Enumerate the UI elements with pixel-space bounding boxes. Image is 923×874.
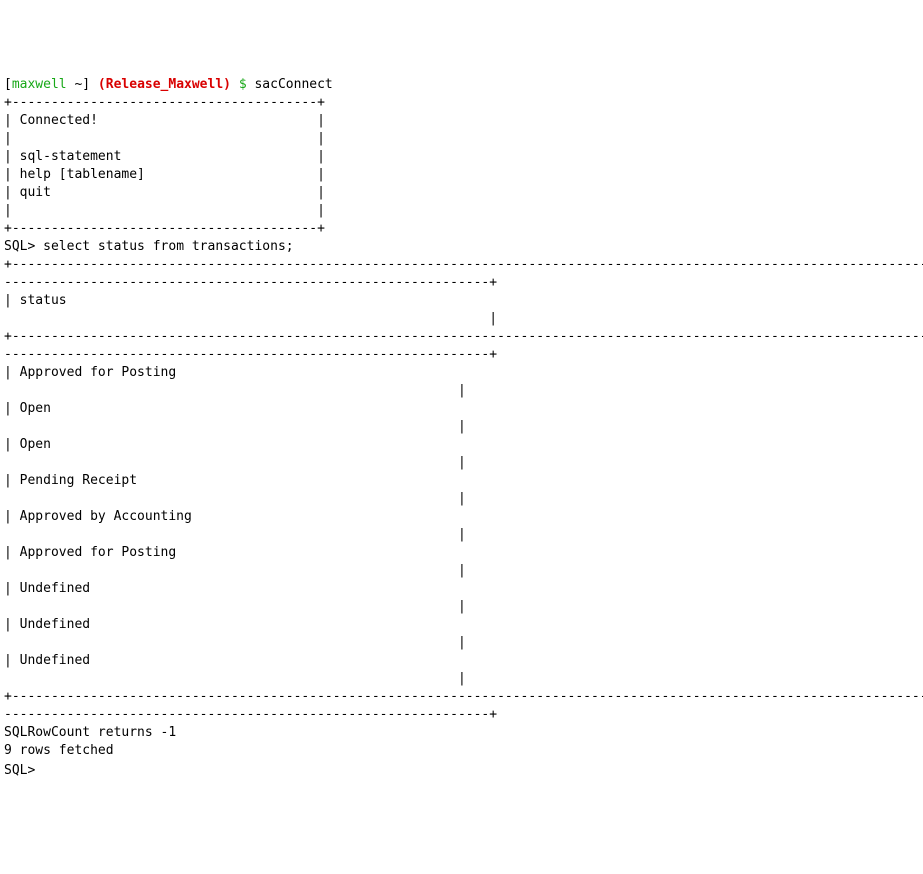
table-row: | Open <box>4 437 923 452</box>
sql-query: select status from transactions; <box>43 239 293 254</box>
table-border: ----------------------------------------… <box>4 707 497 722</box>
bracket: [ <box>4 77 12 92</box>
table-header: | status <box>4 293 923 308</box>
rows-fetched: 9 rows fetched <box>4 743 114 758</box>
terminal-output[interactable]: [maxwell ~] (Release_Maxwell) $ sacConne… <box>4 76 919 780</box>
prompt-dollar: $ <box>231 77 254 92</box>
table-row-fill: | <box>4 527 466 542</box>
table-row-fill: | <box>4 419 466 434</box>
box-blank: | | <box>4 131 325 146</box>
table-row: | Approved for Posting <box>4 545 923 560</box>
bracket: ] <box>82 77 90 92</box>
table-border: ----------------------------------------… <box>4 275 497 290</box>
table-row-fill: | <box>4 383 466 398</box>
branch-close: ) <box>223 77 231 92</box>
table-row: | Undefined <box>4 581 923 596</box>
box-help: | help [tablename] | <box>4 167 325 182</box>
sql-prompt[interactable]: SQL> <box>4 763 43 778</box>
box-blank: | | <box>4 203 325 218</box>
entered-command: sacConnect <box>254 77 332 92</box>
box-connected: | Connected! | <box>4 113 325 128</box>
table-row: | Undefined <box>4 617 923 632</box>
table-row-fill: | <box>4 491 466 506</box>
sql-prompt: SQL> <box>4 239 43 254</box>
table-header-fill: | <box>4 311 497 326</box>
table-border: +---------------------------------------… <box>4 257 923 272</box>
table-row-fill: | <box>4 563 466 578</box>
box-border: +---------------------------------------… <box>4 95 325 110</box>
table-row-fill: | <box>4 635 466 650</box>
sql-rowcount: SQLRowCount returns -1 <box>4 725 176 740</box>
table-row-fill: | <box>4 671 466 686</box>
table-row: | Undefined <box>4 653 923 668</box>
table-border: +---------------------------------------… <box>4 329 923 344</box>
table-row: | Approved for Posting <box>4 365 923 380</box>
table-row-fill: | <box>4 599 466 614</box>
table-row: | Approved by Accounting <box>4 509 923 524</box>
shell-user: maxwell <box>12 77 67 92</box>
tilde: ~ <box>67 77 83 92</box>
table-border: +---------------------------------------… <box>4 689 923 704</box>
box-sql-statement: | sql-statement | <box>4 149 325 164</box>
table-row-fill: | <box>4 455 466 470</box>
branch-open: ( <box>90 77 106 92</box>
git-branch: Release_Maxwell <box>106 77 223 92</box>
box-border: +---------------------------------------… <box>4 221 325 236</box>
box-quit: | quit | <box>4 185 325 200</box>
table-border: ----------------------------------------… <box>4 347 497 362</box>
table-row: | Open <box>4 401 923 416</box>
table-row: | Pending Receipt <box>4 473 923 488</box>
